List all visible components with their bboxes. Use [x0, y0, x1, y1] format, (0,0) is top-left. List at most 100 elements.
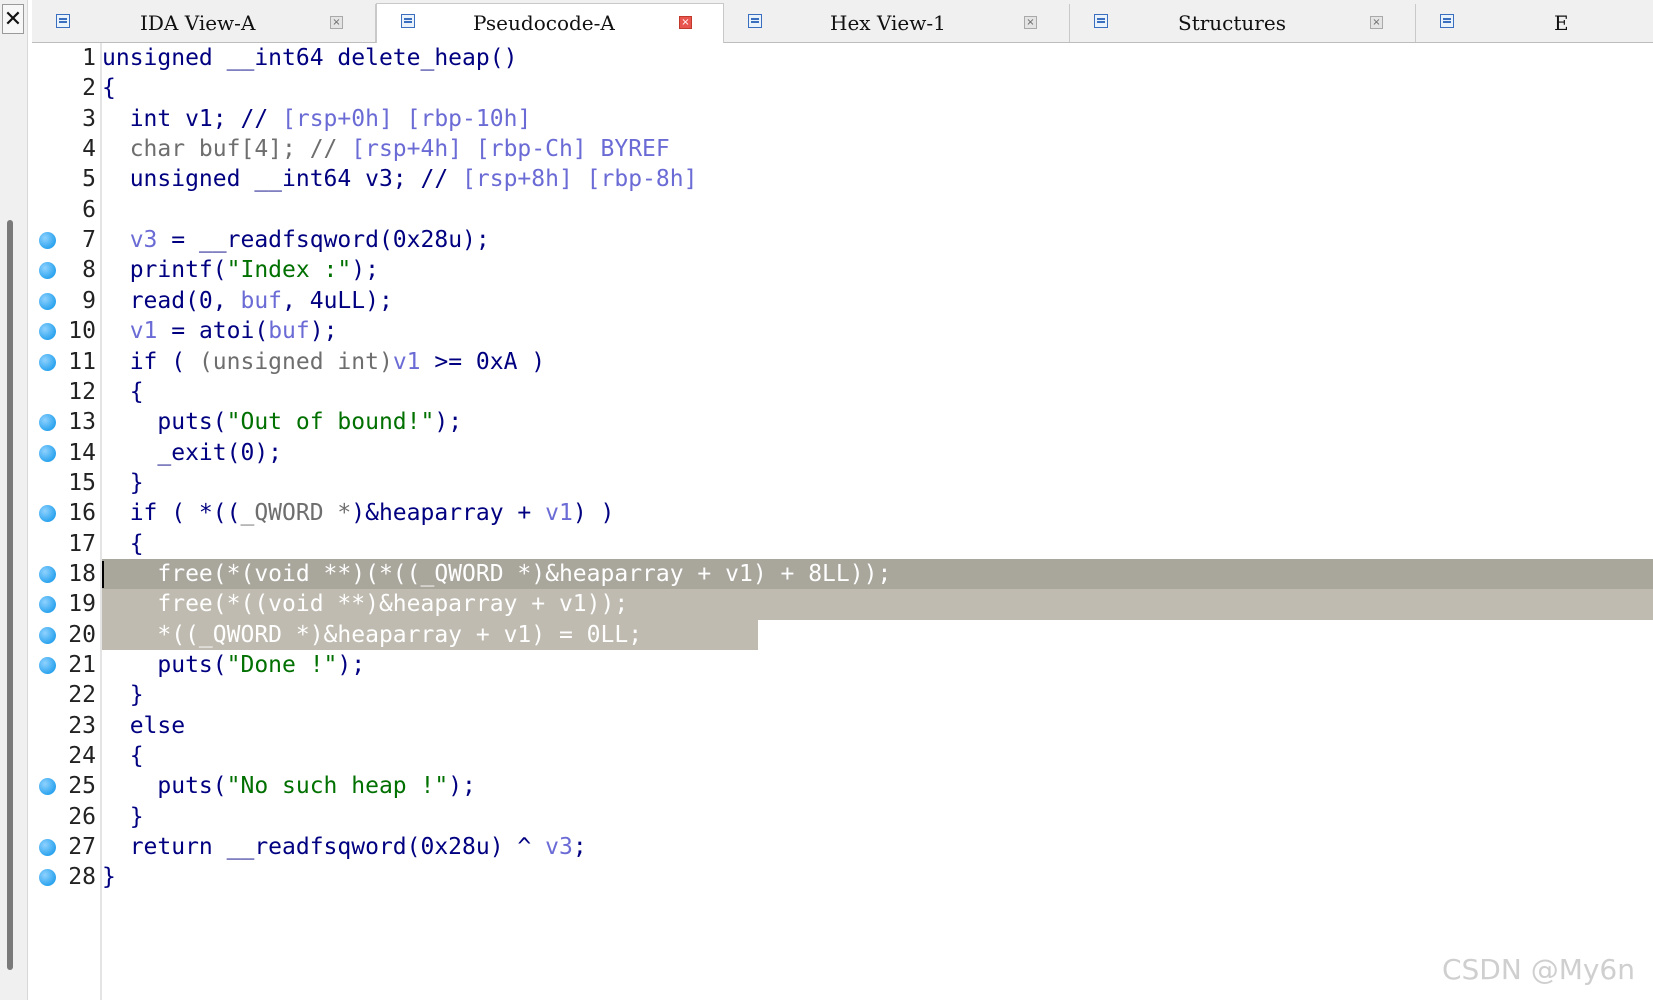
code-line[interactable]: 1 unsigned __int64 delete_heap() [32, 43, 1653, 73]
line-number: 20 [68, 621, 96, 648]
code-token: if ( [102, 348, 199, 375]
tab-close-icon[interactable]: × [330, 16, 343, 29]
code-token: v3 [129, 227, 158, 254]
code-token: free(*(void **)(*((_QWORD *)&heaparray +… [102, 560, 892, 587]
tab-close-icon[interactable]: × [1370, 16, 1383, 29]
code-token: buf [240, 287, 283, 314]
breakpoint-dot-icon[interactable] [39, 292, 56, 310]
tab-hex-view-1[interactable]: Hex View-1 × [724, 4, 1070, 42]
code-line[interactable]: 21 puts("Done !"); [32, 650, 1653, 680]
code-text: free(*(void **)(*((_QWORD *)&heaparray +… [102, 559, 891, 589]
line-number: 18 [68, 560, 96, 587]
code-line[interactable]: 27 return __readfsqword(0x28u) ^ v3; [32, 832, 1653, 862]
code-text: } [102, 468, 144, 498]
tab-enums[interactable]: E [1416, 4, 1653, 42]
tab-pseudocode-a[interactable]: Pseudocode-A × [376, 3, 724, 43]
code-line[interactable]: 6 [32, 195, 1653, 225]
tab-close-icon[interactable]: × [1024, 16, 1037, 29]
code-line[interactable]: 26 } [32, 802, 1653, 832]
vertical-scrollbar[interactable] [7, 220, 13, 970]
code-text: { [102, 529, 144, 559]
code-line[interactable]: 4 char buf[4]; // [rsp+4h] [rbp-Ch] BYRE… [32, 134, 1653, 164]
tab-structures[interactable]: Structures × [1070, 4, 1416, 42]
code-token: return __readfsqword(0x28u) ^ [102, 834, 546, 861]
code-line[interactable]: 28} [32, 862, 1653, 892]
breakpoint-dot-icon[interactable] [39, 353, 56, 371]
code-token: } [102, 803, 144, 830]
code-text: return __readfsqword(0x28u) ^ v3; [102, 832, 587, 862]
pseudocode-editor[interactable]: 1 unsigned __int64 delete_heap() 2{3 int v… [32, 43, 1653, 1000]
code-line[interactable]: 9 read(0, buf, 4uLL); [32, 286, 1653, 316]
code-line[interactable]: 19 free(*((void **)&heaparray + v1)); [32, 589, 1653, 620]
code-text: if ( *((_QWORD *)&heaparray + v1) ) [102, 498, 615, 528]
code-text: v1 = atoi(buf); [102, 316, 338, 346]
breakpoint-dot-icon[interactable] [39, 232, 56, 250]
breakpoint-dot-icon[interactable] [39, 505, 56, 523]
line-number: 11 [68, 348, 96, 375]
breakpoint-dot-icon[interactable] [39, 596, 56, 614]
breakpoint-dot-icon[interactable] [39, 839, 56, 857]
tab-label: Pseudocode-A [473, 11, 615, 35]
code-token: } [102, 469, 144, 496]
code-token: read(0, [102, 287, 241, 314]
breakpoint-dot-icon[interactable] [39, 657, 56, 674]
code-line[interactable]: 23 else [32, 711, 1653, 741]
code-token: else [102, 712, 186, 739]
code-text: unsigned __int64 delete_heap() [102, 43, 517, 73]
breakpoint-dot-icon[interactable] [39, 869, 56, 887]
line-number: 4 [82, 136, 96, 163]
line-number: 1 [82, 45, 96, 71]
code-token: [rsp+0h] [rbp-10h] [282, 105, 532, 132]
tab-ida-view-a[interactable]: IDA View-A × [32, 4, 376, 42]
line-number: 3 [82, 105, 96, 132]
enum-icon [1440, 14, 1454, 28]
code-line[interactable]: 20 *((_QWORD *)&heaparray + v1) = 0LL; [32, 619, 1653, 650]
breakpoint-dot-icon[interactable] [39, 414, 56, 432]
code-text: unsigned __int64 v3; // [rsp+8h] [rbp-8h… [102, 164, 698, 194]
tab-close-icon[interactable]: × [679, 16, 692, 29]
line-number: 15 [68, 469, 96, 496]
code-line[interactable]: 13 puts("Out of bound!"); [32, 407, 1653, 437]
code-line[interactable]: 8 printf("Index :"); [32, 255, 1653, 285]
code-line[interactable]: 15 } [32, 468, 1653, 498]
code-line[interactable]: 12 { [32, 377, 1653, 407]
line-number: 26 [68, 803, 96, 830]
breakpoint-dot-icon[interactable] [39, 626, 56, 644]
code-line[interactable]: 16 if ( *((_QWORD *)&heaparray + v1) ) [32, 498, 1653, 528]
code-line[interactable]: 3 int v1; // [rsp+0h] [rbp-10h] [32, 104, 1653, 134]
line-number: 2 [82, 75, 96, 102]
disasm-icon [56, 14, 70, 28]
code-line[interactable]: 14 _exit(0); [32, 438, 1653, 468]
code-line[interactable]: 18 free(*(void **)(*((_QWORD *)&heaparra… [32, 558, 1653, 590]
code-line[interactable]: 22 } [32, 680, 1653, 710]
code-text: } [102, 802, 144, 832]
code-text: puts("No such heap !"); [102, 771, 476, 801]
code-line[interactable]: 2{ [32, 73, 1653, 103]
breakpoint-dot-icon[interactable] [39, 323, 56, 341]
code-line[interactable]: 11 if ( (unsigned int)v1 >= 0xA ) [32, 347, 1653, 377]
line-number: 27 [68, 834, 96, 861]
code-line[interactable]: 7 v3 = __readfsqword(0x28u); [32, 225, 1653, 255]
code-line[interactable]: 17 { [32, 529, 1653, 559]
code-line[interactable]: 24 { [32, 741, 1653, 771]
breakpoint-dot-icon[interactable] [39, 262, 56, 280]
code-token: { [102, 75, 116, 102]
breakpoint-dot-icon[interactable] [39, 565, 56, 583]
code-token: "Out of bound!" [226, 409, 435, 436]
code-token: , 4uLL); [282, 287, 393, 314]
code-text: puts("Done !"); [102, 650, 365, 680]
code-token: _QWORD * [240, 500, 352, 527]
line-number: 8 [82, 257, 96, 284]
code-line[interactable]: 10 v1 = atoi(buf); [32, 316, 1653, 346]
code-token: (unsigned int) [198, 348, 393, 375]
breakpoint-dot-icon[interactable] [39, 778, 56, 796]
code-token: ); [351, 257, 379, 284]
close-icon[interactable]: ✕ [2, 4, 24, 34]
line-number: 9 [82, 287, 96, 314]
code-line[interactable]: 25 puts("No such heap !"); [32, 771, 1653, 801]
code-line[interactable]: 5 unsigned __int64 v3; // [rsp+8h] [rbp-… [32, 164, 1653, 194]
breakpoint-dot-icon[interactable] [39, 444, 56, 462]
code-text: int v1; // [rsp+0h] [rbp-10h] [102, 104, 532, 134]
code-text: v3 = __readfsqword(0x28u); [102, 225, 490, 255]
